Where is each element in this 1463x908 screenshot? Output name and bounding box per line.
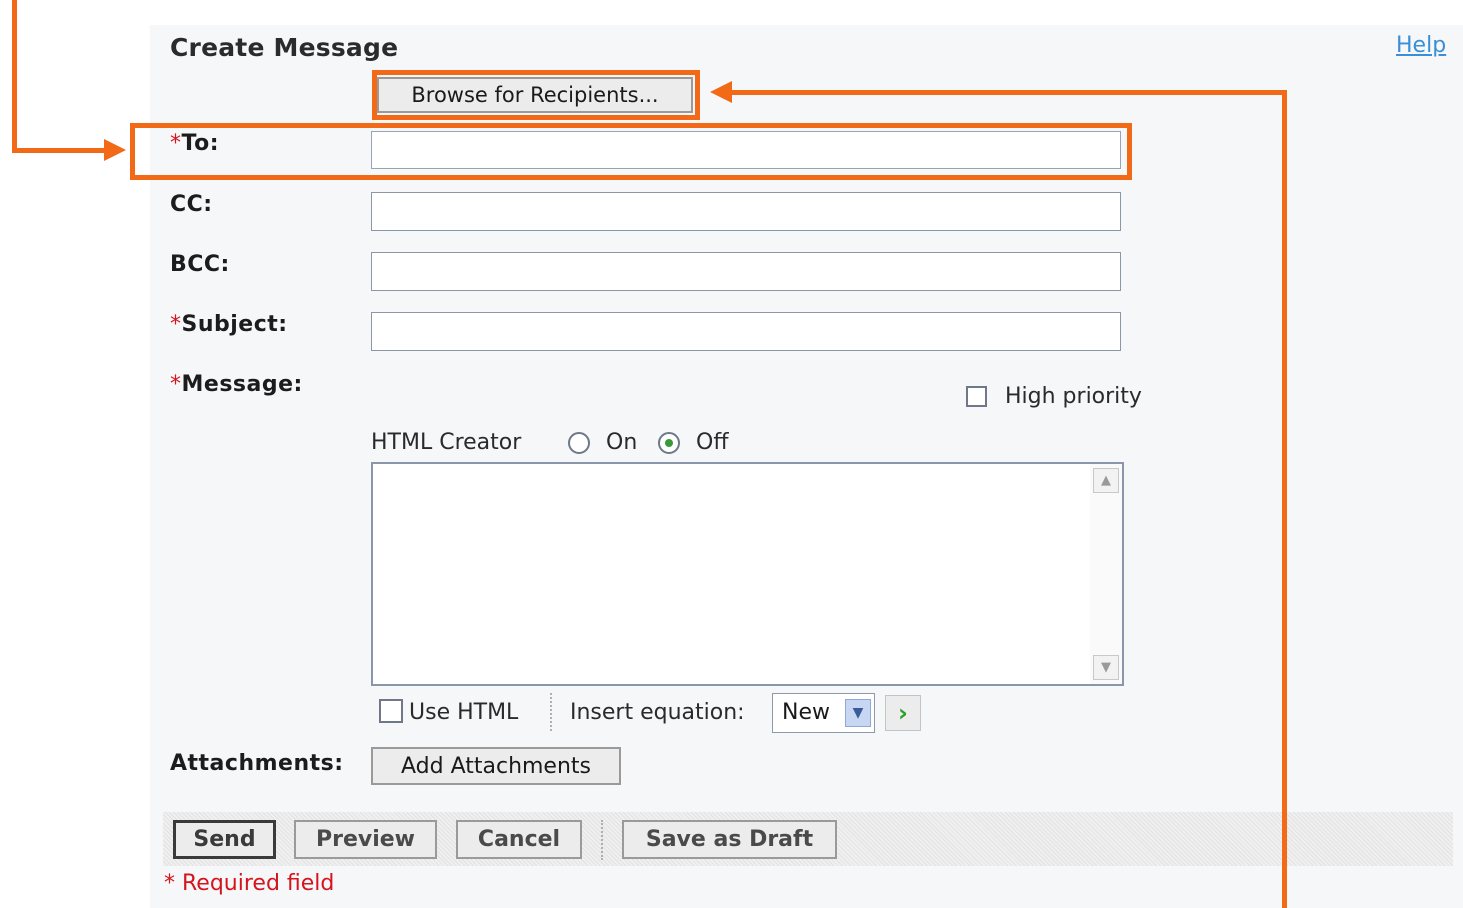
html-creator-label: HTML Creator	[371, 430, 522, 455]
radio-selected-dot	[665, 439, 673, 447]
add-attachments-button[interactable]: Add Attachments	[371, 747, 621, 785]
highlight-browse-button	[372, 70, 700, 120]
html-creator-off-label: Off	[696, 430, 729, 455]
insert-equation-label: Insert equation:	[570, 700, 745, 725]
cancel-button[interactable]: Cancel	[456, 820, 582, 859]
page-title: Create Message	[170, 33, 399, 62]
save-draft-button[interactable]: Save as Draft	[622, 820, 837, 859]
annotation-arrowhead	[710, 81, 732, 103]
toolbar-divider	[550, 693, 552, 731]
high-priority-label: High priority	[1005, 384, 1142, 409]
message-textarea[interactable]: ▲ ▼	[371, 462, 1124, 686]
annotation-line	[730, 90, 1287, 95]
scroll-up-icon[interactable]: ▲	[1093, 468, 1119, 493]
subject-field[interactable]	[371, 312, 1121, 351]
subject-label: *Subject:	[170, 312, 288, 337]
insert-equation-value: New	[782, 700, 830, 725]
required-asterisk: *	[170, 312, 182, 337]
preview-button[interactable]: Preview	[294, 820, 437, 859]
cc-label: CC:	[170, 192, 213, 217]
help-link[interactable]: Help	[1396, 33, 1446, 58]
annotation-line	[12, 0, 17, 153]
high-priority-checkbox[interactable]	[966, 386, 987, 407]
message-label: *Message:	[170, 372, 303, 397]
html-creator-off-radio[interactable]	[658, 432, 680, 454]
message-scrollbar[interactable]: ▲ ▼	[1090, 464, 1122, 684]
go-arrow-icon[interactable]: ›	[885, 695, 921, 731]
attachments-label: Attachments:	[170, 751, 344, 776]
use-html-label: Use HTML	[409, 700, 519, 725]
required-asterisk: *	[170, 372, 182, 397]
annotation-line	[12, 148, 106, 153]
annotation-arrowhead	[104, 139, 126, 161]
action-divider	[601, 820, 603, 860]
required-field-note: * Required field	[164, 871, 335, 896]
html-creator-on-radio[interactable]	[568, 432, 590, 454]
use-html-checkbox[interactable]	[379, 699, 403, 723]
scroll-down-icon[interactable]: ▼	[1093, 655, 1119, 680]
annotation-line	[1282, 90, 1287, 908]
cc-field[interactable]	[371, 192, 1121, 231]
bcc-label: BCC:	[170, 252, 230, 277]
chevron-down-icon[interactable]: ▼	[845, 699, 871, 727]
send-button[interactable]: Send	[173, 820, 276, 859]
highlight-to-field	[130, 123, 1132, 180]
insert-equation-select[interactable]: New ▼	[772, 693, 875, 733]
bcc-field[interactable]	[371, 252, 1121, 291]
html-creator-on-label: On	[606, 430, 638, 455]
